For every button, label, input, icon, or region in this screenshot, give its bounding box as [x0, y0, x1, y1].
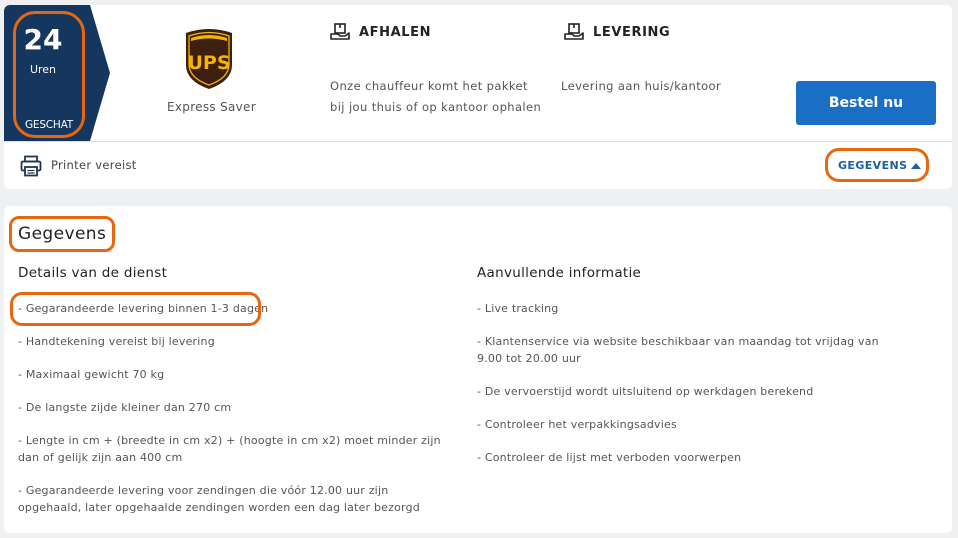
- list-item: - Gegarandeerde levering binnen 1-3 dage…: [18, 302, 269, 315]
- service-card: 24 Uren GESCHAT UPS Express Saver AFHALE…: [4, 5, 952, 189]
- duration-value: 24: [23, 23, 63, 56]
- list-item: - Handtekening vereist bij levering: [18, 335, 215, 348]
- printer-required: Printer vereist: [51, 158, 137, 172]
- list-item: - Lengte in cm + (breedte in cm x2) + (h…: [18, 434, 441, 464]
- list-item: - Maximaal gewicht 70 kg: [18, 368, 165, 381]
- delivery-description: Levering aan huis/kantoor: [561, 79, 722, 93]
- pickup-title: AFHALEN: [359, 24, 432, 40]
- printer-icon: [20, 155, 42, 177]
- duration-unit: Uren: [29, 63, 57, 76]
- list-item: - Controleer het verpakkingsadvies: [477, 418, 677, 431]
- pickup-heading: AFHALEN: [330, 23, 431, 41]
- parcel-hand-icon: [330, 23, 350, 40]
- order-now-button[interactable]: Bestel nu: [796, 81, 936, 125]
- parcel-hand-icon: [564, 23, 584, 40]
- ups-logo: UPS: [186, 29, 232, 89]
- list-item: - Live tracking: [477, 302, 559, 315]
- delivery-title: LEVERING: [593, 24, 671, 40]
- list-item: - De vervoerstijd wordt uitsluitend op w…: [477, 385, 814, 398]
- delivery-heading: LEVERING: [564, 23, 670, 41]
- service-details-list: - Gegarandeerde levering binnen 1-3 dage…: [18, 300, 443, 516]
- list-item: - Gegarandeerde levering voor zendingen …: [18, 484, 420, 514]
- extra-info-heading: Aanvullende informatie: [477, 265, 642, 281]
- service-details-heading: Details van de dienst: [18, 265, 168, 281]
- details-toggle-link[interactable]: GEGEVENS: [838, 159, 922, 172]
- card-divider: [4, 141, 952, 142]
- list-item: - Klantenservice via website beschikbaar…: [477, 335, 879, 365]
- extra-info-list: - Live tracking - Klantenservice via web…: [477, 300, 907, 466]
- estimate-label: GESCHAT: [24, 119, 74, 131]
- list-item: - Controleer de lijst met verboden voorw…: [477, 451, 742, 464]
- ups-logo-text: UPS: [187, 52, 230, 74]
- caret-up-icon: [911, 162, 922, 169]
- details-toggle-label: GEGEVENS: [838, 159, 908, 172]
- service-name: Express Saver: [167, 100, 256, 114]
- list-item: - De langste zijde kleiner dan 270 cm: [18, 401, 232, 414]
- details-title: Gegevens: [18, 224, 107, 244]
- pickup-description: Onze chauffeur komt het pakket bij jou t…: [330, 79, 542, 114]
- details-panel: Gegevens Details van de dienst - Gegaran…: [4, 206, 952, 533]
